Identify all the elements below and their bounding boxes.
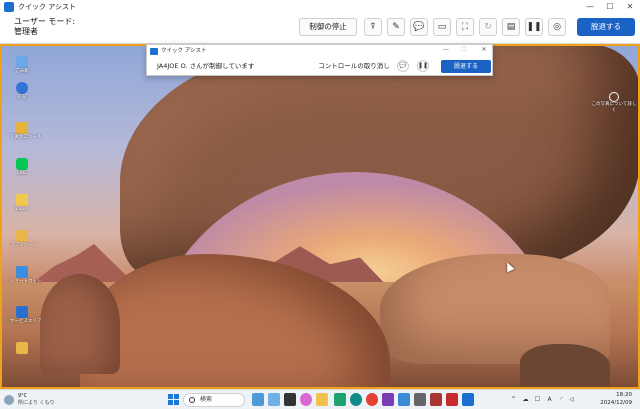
desktop-icon-zoom[interactable]: Zoom [10, 194, 34, 213]
desktop-icon-user[interactable]: 名前 [10, 82, 34, 101]
window-title-bar: クイック アシスト — ☐ ✕ [0, 0, 640, 14]
line-app-icon [16, 158, 28, 170]
close-button[interactable]: ✕ [620, 0, 640, 14]
widgets-icon[interactable] [268, 393, 280, 406]
quick-assist-app-icon [150, 48, 158, 55]
task-view-icon[interactable] [252, 393, 264, 406]
start-button[interactable] [168, 394, 179, 405]
maximize-button[interactable]: ☐ [600, 0, 620, 14]
release-control-button[interactable]: コントロールの取り消し [317, 59, 391, 73]
remote-desktop-view[interactable]: ごみ箱 名前 写真加工ツール LINE Zoom アプリツール ショートカット … [0, 44, 640, 389]
fullscreen-icon[interactable]: ⛶ [456, 18, 474, 36]
weather-description: 所により くもり [18, 400, 55, 406]
annotate-icon[interactable]: ✎ [387, 18, 405, 36]
desktop-icon-photo-tool[interactable]: 写真加工ツール [10, 122, 42, 141]
dialog-close-button[interactable]: ✕ [477, 45, 491, 55]
taskbar: 9°C 所により くもり 検索 ^ ☁ ☐ A ◜ ◁ 18:20 2024/1… [0, 389, 640, 409]
taskbar-search[interactable]: 検索 [183, 393, 245, 407]
laser-pointer-icon[interactable]: ⍒ [364, 18, 382, 36]
onedrive-icon[interactable]: ☁ [522, 396, 529, 403]
user-mode-value: 管理者 [14, 27, 38, 36]
quick-assist-app-icon [4, 2, 14, 12]
dialog-maximize-button[interactable]: ☐ [457, 45, 471, 55]
clock-time: 18:20 [616, 392, 632, 398]
excel-like-app-icon[interactable] [334, 393, 346, 406]
clock[interactable]: 18:20 2024/12/09 [582, 391, 632, 407]
quick-assist-dialog: クイック アシスト — ☐ ✕ JA4JOE O. さんが制御しています コント… [146, 44, 493, 76]
chrome-icon[interactable] [366, 393, 378, 406]
desktop-icon-folder[interactable] [10, 342, 34, 355]
weather-temperature: 9°C [18, 393, 28, 399]
window-title: クイック アシスト [18, 3, 76, 11]
task-manager-icon[interactable]: ▤ [502, 18, 520, 36]
wallpaper-rock-bottom-right [520, 344, 610, 389]
wallpaper-rock-front [40, 274, 120, 374]
wallpaper-info-widget[interactable]: この写真について詳しく [590, 92, 638, 122]
copilot-icon[interactable] [300, 393, 312, 406]
control-status-text: JA4JOE O. さんが制御しています [157, 62, 255, 70]
ime-icon[interactable]: A [546, 396, 553, 403]
search-label: 検索 [200, 396, 213, 403]
app-icon[interactable] [430, 393, 442, 406]
snipping-tool-icon[interactable] [398, 393, 410, 406]
restart-icon[interactable]: ↻ [479, 18, 497, 36]
desktop-icon-shortcut[interactable]: ショートカット [10, 266, 42, 285]
app-icon-2[interactable] [446, 393, 458, 406]
volume-icon[interactable]: ◁ [568, 396, 575, 403]
clock-date: 2024/12/09 [600, 400, 632, 406]
windows-logo-icon [168, 394, 173, 399]
stop-control-button[interactable]: 制御の停止 [299, 18, 357, 36]
zoom-app-icon [16, 194, 28, 206]
folder-icon [16, 342, 28, 354]
settings-app-icon[interactable] [414, 393, 426, 406]
session-toolbar: ユーザー モード: 管理者 制御の停止 ⍒ ✎ 💬 ▭ ⛶ ↻ ▤ ❚❚ ◎ 脱… [0, 14, 640, 44]
user-mode-label: ユーザー モード: [14, 17, 76, 26]
dialog-title: クイック アシスト [161, 48, 207, 54]
dialog-minimize-button[interactable]: — [439, 45, 453, 55]
dialog-leave-button[interactable]: 脱退する [441, 60, 491, 73]
weather-widget[interactable]: 9°C 所により くもり [4, 392, 64, 408]
cloud-icon [4, 395, 14, 405]
quick-assist-taskbar-icon[interactable] [462, 393, 474, 406]
user-folder-icon [16, 82, 28, 94]
desktop-icon-app-tool[interactable]: アプリツール [10, 230, 37, 249]
search-icon [189, 397, 195, 403]
chat-icon[interactable]: 💬 [410, 18, 428, 36]
desktop-icon-service[interactable]: サービスエリア [10, 306, 42, 325]
folder-icon [16, 230, 28, 242]
desktop-icon-line[interactable]: LINE [10, 158, 34, 177]
service-app-icon [16, 306, 28, 318]
desktop-icon-recycle-bin[interactable]: ごみ箱 [10, 56, 34, 75]
terminal-icon[interactable] [284, 393, 296, 406]
pause-icon[interactable]: ❚❚ [525, 18, 543, 36]
folder-icon [16, 122, 28, 134]
minimize-button[interactable]: — [580, 0, 600, 14]
pause-icon[interactable]: ❚❚ [417, 60, 429, 72]
chat-icon[interactable]: 💬 [397, 60, 409, 72]
recycle-bin-icon [16, 56, 28, 68]
camera-icon [609, 92, 619, 102]
wifi-icon[interactable]: ◜ [558, 396, 565, 403]
onenote-icon[interactable] [382, 393, 394, 406]
network-icon[interactable]: ☐ [534, 396, 541, 403]
details-icon[interactable]: ◎ [548, 18, 566, 36]
select-monitor-icon[interactable]: ▭ [433, 18, 451, 36]
leave-button[interactable]: 脱退する [577, 18, 635, 36]
edge-icon[interactable] [350, 393, 362, 406]
file-explorer-icon[interactable] [316, 393, 328, 406]
shortcut-icon [16, 266, 28, 278]
chevron-up-icon[interactable]: ^ [510, 396, 517, 403]
